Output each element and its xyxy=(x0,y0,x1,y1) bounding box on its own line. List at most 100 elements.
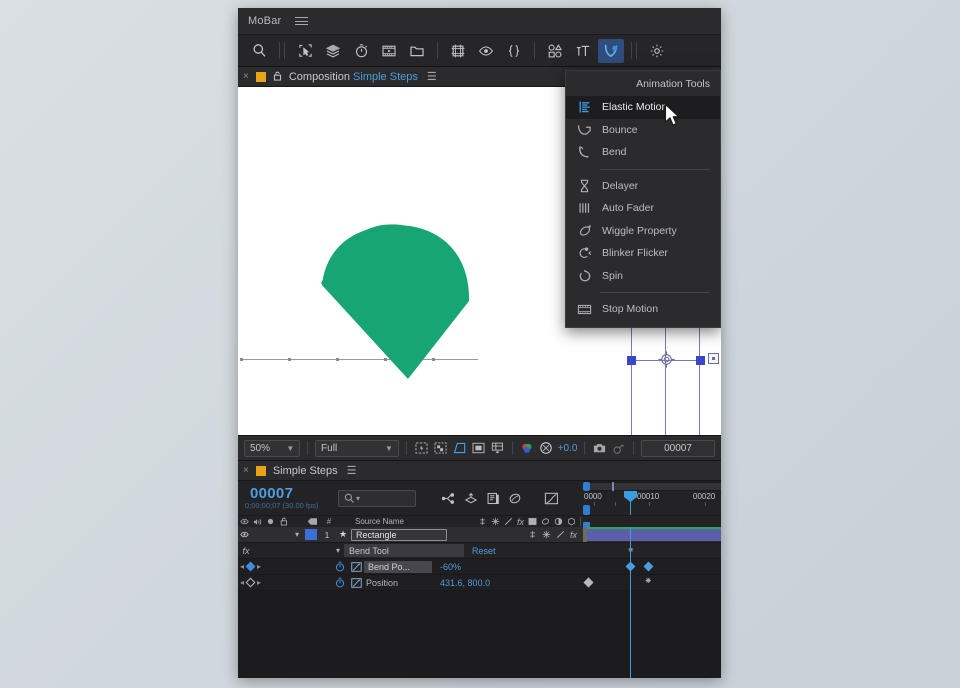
close-icon[interactable]: × xyxy=(243,71,249,82)
hide-shy-layers-icon[interactable] xyxy=(482,488,504,508)
animation-tools-icon[interactable] xyxy=(598,38,624,63)
keyframe-indicator-icon[interactable] xyxy=(245,561,256,572)
effect-name[interactable]: Bend Tool xyxy=(344,544,464,557)
label-icon[interactable] xyxy=(303,517,321,526)
anchor-point-icon[interactable] xyxy=(657,350,676,369)
keyframe-navigator[interactable]: ◂ ▸ xyxy=(240,577,261,588)
menu-item-elastic-motion[interactable]: Elastic Motion xyxy=(566,96,720,119)
property-value[interactable]: 431.6, 800.0 xyxy=(440,578,490,588)
draft-3d-icon[interactable] xyxy=(460,488,482,508)
next-keyframe-icon[interactable]: ▸ xyxy=(257,578,261,587)
stopwatch-icon[interactable] xyxy=(332,577,348,588)
work-area-start-handle[interactable] xyxy=(583,482,590,491)
select-region-icon[interactable] xyxy=(292,39,318,63)
menu-item-blinker-flicker[interactable]: Blinker Flicker xyxy=(566,242,720,265)
frame-blend-icon[interactable] xyxy=(528,517,537,526)
channel-icon[interactable] xyxy=(520,440,535,457)
settings-icon[interactable] xyxy=(644,39,670,63)
shy-icon[interactable] xyxy=(478,517,487,526)
text-icon[interactable] xyxy=(570,39,596,63)
menu-item-spin[interactable]: Spin xyxy=(566,265,720,288)
chevron-down-icon[interactable]: ▾ xyxy=(332,546,344,555)
property-name[interactable]: Position xyxy=(364,578,432,588)
keyframe-navigator[interactable]: ◂ ▸ xyxy=(240,561,261,572)
stopwatch-icon[interactable] xyxy=(348,39,374,63)
panel-menu-icon[interactable]: ☰ xyxy=(427,70,437,83)
menu-item-bounce[interactable]: Bounce xyxy=(566,119,720,142)
graph-editor-icon[interactable] xyxy=(540,488,562,508)
menu-item-stop-motion[interactable]: Stop Motion xyxy=(566,298,720,321)
keyframe-marker[interactable] xyxy=(643,561,654,572)
lock-icon[interactable] xyxy=(273,68,282,86)
property-value[interactable]: -60% xyxy=(440,562,461,572)
film-icon[interactable] xyxy=(376,39,402,63)
region-of-interest-icon[interactable] xyxy=(414,440,429,457)
zoom-level-select[interactable]: 50% ▼ xyxy=(244,439,301,457)
layer-row-timeline[interactable] xyxy=(583,527,721,542)
frame-icon[interactable] xyxy=(445,39,471,63)
property-row-timeline[interactable]: ⁕ xyxy=(583,575,721,590)
time-zoom-handle[interactable] xyxy=(583,505,590,515)
menu-item-auto-fader[interactable]: Auto Fader xyxy=(566,197,720,220)
effect-reset-link[interactable]: Reset xyxy=(472,546,496,556)
keyframe-marker[interactable] xyxy=(583,577,594,588)
timeline-tab-label[interactable]: Simple Steps xyxy=(273,465,338,477)
property-row-timeline[interactable] xyxy=(583,559,721,574)
motion-blur-icon[interactable] xyxy=(504,488,526,508)
shapes-icon[interactable] xyxy=(542,39,568,63)
search-input[interactable]: ▾ xyxy=(338,489,416,507)
previous-keyframe-icon[interactable]: ◂ xyxy=(240,562,244,571)
property-name[interactable]: Bend Po... xyxy=(364,560,433,573)
menu-item-wiggle-property[interactable]: Wiggle Property xyxy=(566,220,720,243)
motion-blur-icon[interactable] xyxy=(541,517,550,526)
chevron-down-icon[interactable]: ▾ xyxy=(291,530,303,539)
shy-icon[interactable] xyxy=(528,530,537,539)
exposure-value[interactable]: +0.0 xyxy=(558,443,578,454)
index-icon[interactable]: # xyxy=(321,517,337,526)
snapshot-icon[interactable] xyxy=(592,440,607,457)
folder-icon[interactable] xyxy=(404,39,430,63)
table-row[interactable]: fx ▾ Bend Tool Reset ⁕ xyxy=(238,543,721,559)
layer-visibility-icon[interactable] xyxy=(238,531,251,538)
3d-view-icon[interactable] xyxy=(490,440,505,457)
bend-handle-icon[interactable] xyxy=(708,353,719,364)
current-timecode[interactable]: 00007 0;00;00;07 (30.00 fps) xyxy=(242,486,328,511)
timeline-ruler[interactable]: 0000 00010 00020 xyxy=(583,481,721,515)
menu-item-delayer[interactable]: Delayer xyxy=(566,175,720,198)
layer-duration-bar[interactable] xyxy=(584,529,721,541)
effect-row-timeline[interactable]: ⁕ xyxy=(583,543,721,558)
selection-handle-middle-left[interactable] xyxy=(627,356,636,365)
table-row[interactable]: ◂ ▸ Position 431.6, 800.0 ⁕ xyxy=(238,575,721,591)
adjustment-icon[interactable] xyxy=(554,517,563,526)
collapse-icon[interactable] xyxy=(491,517,500,526)
close-icon[interactable]: × xyxy=(243,465,249,476)
effects-icon[interactable]: fx xyxy=(238,546,254,556)
solo-icon[interactable] xyxy=(264,518,277,525)
quality-icon[interactable] xyxy=(504,517,513,526)
app-menu-icon[interactable] xyxy=(295,15,309,28)
graph-editor-icon[interactable] xyxy=(348,561,364,572)
layer-label-swatch[interactable] xyxy=(303,529,319,540)
lock-icon[interactable] xyxy=(277,517,291,526)
table-row[interactable]: ◂ ▸ Bend Po... -60% xyxy=(238,559,721,575)
keyframe-marker[interactable]: ⁕ xyxy=(644,577,652,587)
mask-guides-icon[interactable] xyxy=(452,440,467,457)
previous-keyframe-icon[interactable]: ◂ xyxy=(240,578,244,587)
effects-icon[interactable]: fx xyxy=(517,517,524,527)
resolution-select[interactable]: Full ▼ xyxy=(315,439,399,457)
effects-icon[interactable]: fx xyxy=(570,530,577,540)
animation-tools-menu[interactable]: Animation Tools Elastic Motion Bounce Be… xyxy=(565,70,721,328)
next-keyframe-icon[interactable]: ▸ xyxy=(257,562,261,571)
stopwatch-icon[interactable] xyxy=(332,561,348,572)
star-icon[interactable]: ★ xyxy=(335,529,351,540)
quality-icon[interactable] xyxy=(556,530,565,539)
table-row[interactable]: ▾ 1 ★ Rectangle fx xyxy=(238,527,721,543)
frame-number-field[interactable]: 00007 xyxy=(641,439,716,457)
layers-icon[interactable] xyxy=(320,39,346,63)
layer-name-field[interactable]: Rectangle xyxy=(351,528,447,541)
composition-tab-label[interactable]: Composition Simple Steps xyxy=(289,71,418,83)
menu-item-bend[interactable]: Bend xyxy=(566,141,720,164)
panel-menu-icon[interactable]: ☰ xyxy=(347,464,357,477)
source-name-column-header[interactable]: Source Name xyxy=(355,517,404,526)
title-safe-icon[interactable] xyxy=(471,440,486,457)
